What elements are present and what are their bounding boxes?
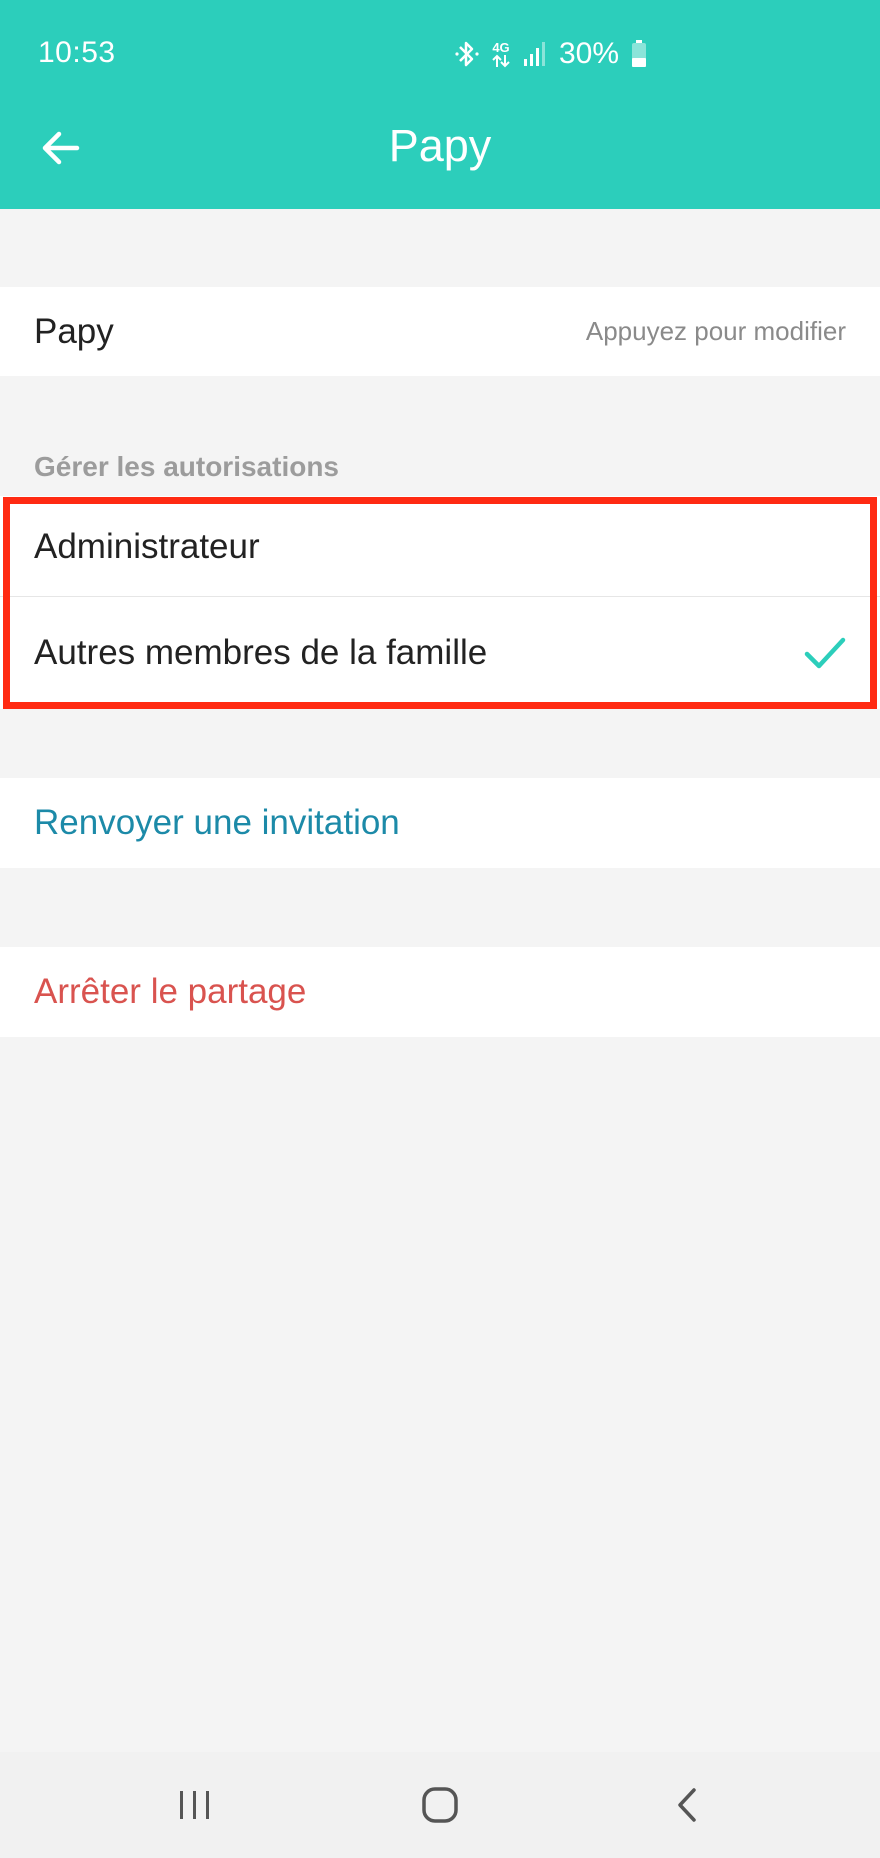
recent-apps-icon (180, 1791, 209, 1819)
app-header: 10:53 4G 30% Papy (0, 0, 880, 209)
resend-invitation-button[interactable]: Renvoyer une invitation (0, 778, 880, 868)
recent-apps-button[interactable] (165, 1780, 225, 1830)
permissions-list: Administrateur Autres membres de la fami… (0, 496, 880, 709)
home-icon (422, 1787, 458, 1823)
network-type-icon: 4G (491, 41, 511, 68)
back-icon (678, 1788, 696, 1822)
system-nav-bar (0, 1752, 880, 1858)
network-type-label: 4G (492, 39, 510, 55)
permissions-section-title: Gérer les autorisations (34, 451, 340, 482)
stop-sharing-button[interactable]: Arrêter le partage (0, 947, 880, 1037)
permission-option-family[interactable]: Autres membres de la famille (0, 597, 880, 709)
status-icons: 4G 30% (455, 34, 647, 74)
battery-percentage: 30% (559, 37, 620, 70)
bluetooth-icon (455, 41, 479, 67)
permission-option-label: Autres membres de la famille (34, 633, 488, 672)
data-transfer-icon (492, 54, 510, 67)
member-name: Papy (34, 311, 114, 351)
edit-hint: Appuyez pour modifier (585, 316, 846, 346)
name-row[interactable]: Papy Appuyez pour modifier (0, 287, 880, 376)
signal-icon (524, 42, 545, 66)
page-title: Papy (388, 120, 492, 171)
home-button[interactable] (410, 1780, 470, 1830)
battery-icon (632, 40, 647, 67)
system-back-button[interactable] (657, 1780, 717, 1830)
checkmark-icon (804, 637, 846, 669)
permission-option-label: Administrateur (34, 526, 260, 566)
permission-option-admin[interactable]: Administrateur (0, 496, 880, 597)
status-time: 10:53 (38, 36, 116, 69)
